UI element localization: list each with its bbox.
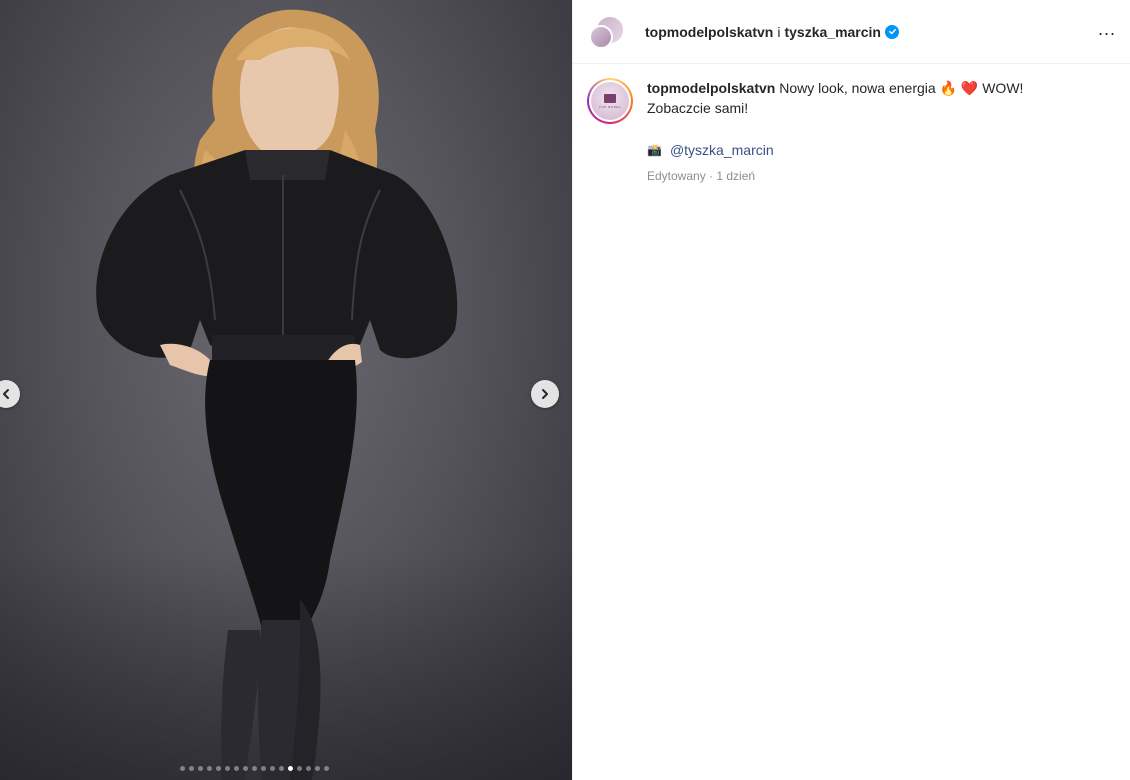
carousel-dot [234,766,239,771]
heart-icon: ❤️ [960,80,979,96]
chevron-right-icon [542,389,548,399]
post-caption: TOP MODEL topmodelpolskatvn Nowy look, n… [573,64,1130,186]
carousel-dot [243,766,248,771]
post-authors: topmodelpolskatvn i tyszka_marcin [645,24,899,40]
carousel-indicator [180,766,329,771]
carousel-dot [252,766,257,771]
caption-username[interactable]: topmodelpolskatvn [647,80,775,96]
caption-credit: 📸 @tyszka_marcin [647,140,1087,160]
carousel-dot [189,766,194,771]
chevron-left-icon [3,389,9,399]
more-options-button[interactable]: ... [1098,20,1116,44]
caption-text: topmodelpolskatvn Nowy look, nowa energi… [647,78,1087,118]
authors-separator: i [777,23,781,40]
carousel-dot [207,766,212,771]
carousel-dot [306,766,311,771]
avatar: TOP MODEL [591,82,629,120]
carousel-dot [261,766,266,771]
caption-main: Nowy look, nowa energia [779,80,936,96]
post-media[interactable] [0,0,572,780]
carousel-dot [297,766,302,771]
post-photo [96,9,458,780]
carousel-dot [324,766,329,771]
carousel-dot [315,766,320,771]
carousel-dot [198,766,203,771]
avatar-story-ring[interactable]: TOP MODEL [587,78,633,124]
carousel-dot [216,766,221,771]
carousel-dot [279,766,284,771]
carousel-dot [270,766,275,771]
camera-icon: 📸 [647,143,662,157]
collaborator-link[interactable]: tyszka_marcin [784,24,881,40]
carousel-dot [225,766,230,771]
avatar [589,24,613,49]
post-details-panel: topmodelpolskatvn i tyszka_marcin ... TO… [572,0,1130,780]
mention-link[interactable]: @tyszka_marcin [670,140,774,160]
verified-badge-icon [885,24,899,39]
edited-timestamp: Edytowany · 1 dzień [647,169,756,183]
collab-avatars[interactable] [589,11,631,53]
next-image-button[interactable] [531,380,559,408]
account-link[interactable]: topmodelpolskatvn [645,24,773,40]
carousel-dot [288,766,293,771]
carousel-dot [180,766,185,771]
fire-icon: 🔥 [939,80,957,96]
post-header: topmodelpolskatvn i tyszka_marcin ... [573,0,1130,64]
